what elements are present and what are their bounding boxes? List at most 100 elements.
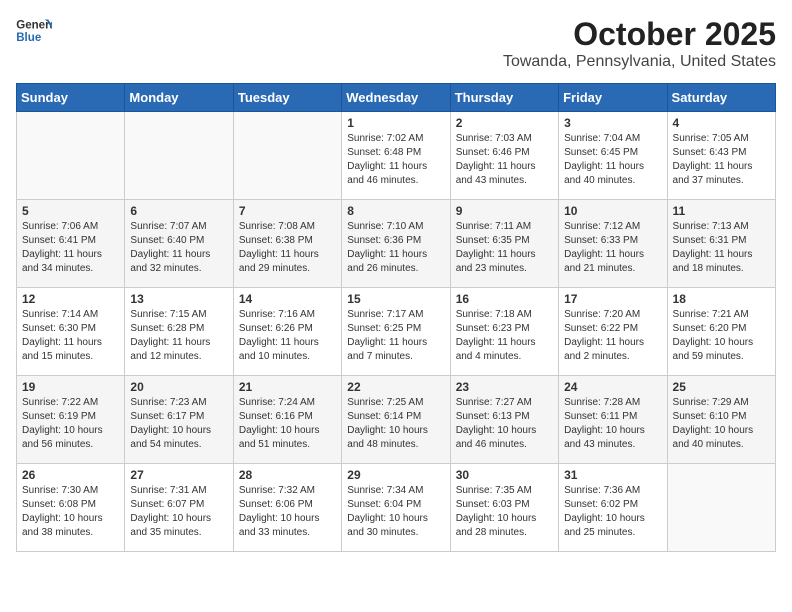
- table-row: 29 Sunrise: 7:34 AMSunset: 6:04 PMDayligh…: [342, 464, 450, 552]
- col-tuesday: Tuesday: [233, 84, 341, 112]
- svg-text:Blue: Blue: [16, 32, 42, 44]
- table-row: [233, 112, 341, 200]
- day-number: 22: [347, 380, 444, 394]
- day-info: Sunrise: 7:23 AMSunset: 6:17 PMDaylight:…: [130, 396, 227, 452]
- day-number: 10: [564, 204, 661, 218]
- day-number: 26: [22, 468, 119, 482]
- day-number: 29: [347, 468, 444, 482]
- day-info: Sunrise: 7:16 AMSunset: 6:26 PMDaylight:…: [239, 308, 336, 364]
- table-row: 15 Sunrise: 7:17 AMSunset: 6:25 PMDayligh…: [342, 288, 450, 376]
- day-info: Sunrise: 7:31 AMSunset: 6:07 PMDaylight:…: [130, 484, 227, 540]
- day-info: Sunrise: 7:17 AMSunset: 6:25 PMDaylight:…: [347, 308, 444, 364]
- calendar-subtitle: Towanda, Pennsylvania, United States: [503, 53, 776, 71]
- table-row: 28 Sunrise: 7:32 AMSunset: 6:06 PMDayligh…: [233, 464, 341, 552]
- table-row: 11 Sunrise: 7:13 AMSunset: 6:31 PMDayligh…: [667, 200, 775, 288]
- table-row: 25 Sunrise: 7:29 AMSunset: 6:10 PMDayligh…: [667, 376, 775, 464]
- table-row: 30 Sunrise: 7:35 AMSunset: 6:03 PMDayligh…: [450, 464, 558, 552]
- table-row: 12 Sunrise: 7:14 AMSunset: 6:30 PMDayligh…: [17, 288, 125, 376]
- col-wednesday: Wednesday: [342, 84, 450, 112]
- day-info: Sunrise: 7:12 AMSunset: 6:33 PMDaylight:…: [564, 220, 661, 276]
- day-info: Sunrise: 7:30 AMSunset: 6:08 PMDaylight:…: [22, 484, 119, 540]
- page-container: General Blue October 2025 Towanda, Penns…: [16, 16, 776, 552]
- day-number: 5: [22, 204, 119, 218]
- logo: General Blue: [16, 16, 52, 48]
- day-number: 27: [130, 468, 227, 482]
- day-number: 21: [239, 380, 336, 394]
- col-sunday: Sunday: [17, 84, 125, 112]
- day-number: 1: [347, 116, 444, 130]
- day-number: 13: [130, 292, 227, 306]
- day-number: 25: [673, 380, 770, 394]
- day-info: Sunrise: 7:04 AMSunset: 6:45 PMDaylight:…: [564, 132, 661, 188]
- day-number: 16: [456, 292, 553, 306]
- day-info: Sunrise: 7:07 AMSunset: 6:40 PMDaylight:…: [130, 220, 227, 276]
- col-saturday: Saturday: [667, 84, 775, 112]
- day-info: Sunrise: 7:29 AMSunset: 6:10 PMDaylight:…: [673, 396, 770, 452]
- table-row: 3 Sunrise: 7:04 AMSunset: 6:45 PMDaylight…: [559, 112, 667, 200]
- day-number: 15: [347, 292, 444, 306]
- table-row: 27 Sunrise: 7:31 AMSunset: 6:07 PMDayligh…: [125, 464, 233, 552]
- table-row: 19Sunrise: 7:22 AMSunset: 6:19 PMDayligh…: [17, 376, 125, 464]
- day-info: Sunrise: 7:27 AMSunset: 6:13 PMDaylight:…: [456, 396, 553, 452]
- day-number: 7: [239, 204, 336, 218]
- table-row: 24 Sunrise: 7:28 AMSunset: 6:11 PMDayligh…: [559, 376, 667, 464]
- table-row: 14 Sunrise: 7:16 AMSunset: 6:26 PMDayligh…: [233, 288, 341, 376]
- day-info: Sunrise: 7:02 AMSunset: 6:48 PMDaylight:…: [347, 132, 444, 188]
- day-info: Sunrise: 7:21 AMSunset: 6:20 PMDaylight:…: [673, 308, 770, 364]
- day-info: Sunrise: 7:06 AMSunset: 6:41 PMDaylight:…: [22, 220, 119, 276]
- logo-icon: General Blue: [16, 16, 52, 48]
- day-info: Sunrise: 7:34 AMSunset: 6:04 PMDaylight:…: [347, 484, 444, 540]
- table-row: 26 Sunrise: 7:30 AMSunset: 6:08 PMDayligh…: [17, 464, 125, 552]
- table-row: 16Sunrise: 7:18 AMSunset: 6:23 PMDayligh…: [450, 288, 558, 376]
- header-row: Sunday Monday Tuesday Wednesday Thursday…: [17, 84, 776, 112]
- day-number: 18: [673, 292, 770, 306]
- day-number: 31: [564, 468, 661, 482]
- header: General Blue October 2025 Towanda, Penns…: [16, 16, 776, 71]
- day-info: Sunrise: 7:35 AMSunset: 6:03 PMDaylight:…: [456, 484, 553, 540]
- col-friday: Friday: [559, 84, 667, 112]
- day-info: Sunrise: 7:20 AMSunset: 6:22 PMDaylight:…: [564, 308, 661, 364]
- day-info: Sunrise: 7:25 AMSunset: 6:14 PMDaylight:…: [347, 396, 444, 452]
- day-info: Sunrise: 7:24 AMSunset: 6:16 PMDaylight:…: [239, 396, 336, 452]
- day-info: Sunrise: 7:13 AMSunset: 6:31 PMDaylight:…: [673, 220, 770, 276]
- day-info: Sunrise: 7:32 AMSunset: 6:06 PMDaylight:…: [239, 484, 336, 540]
- day-number: 14: [239, 292, 336, 306]
- title-section: October 2025 Towanda, Pennsylvania, Unit…: [503, 16, 776, 71]
- day-number: 4: [673, 116, 770, 130]
- day-number: 9: [456, 204, 553, 218]
- day-number: 30: [456, 468, 553, 482]
- table-row: 10 Sunrise: 7:12 AMSunset: 6:33 PMDayligh…: [559, 200, 667, 288]
- table-row: 8Sunrise: 7:10 AMSunset: 6:36 PMDaylight…: [342, 200, 450, 288]
- table-row: [667, 464, 775, 552]
- day-number: 20: [130, 380, 227, 394]
- table-row: 13Sunrise: 7:15 AMSunset: 6:28 PMDayligh…: [125, 288, 233, 376]
- table-row: 4Sunrise: 7:05 AMSunset: 6:43 PMDaylight…: [667, 112, 775, 200]
- day-number: 23: [456, 380, 553, 394]
- day-number: 12: [22, 292, 119, 306]
- day-number: 24: [564, 380, 661, 394]
- table-row: 21 Sunrise: 7:24 AMSunset: 6:16 PMDayligh…: [233, 376, 341, 464]
- calendar-title: October 2025: [503, 16, 776, 53]
- table-row: 17 Sunrise: 7:20 AMSunset: 6:22 PMDayligh…: [559, 288, 667, 376]
- day-number: 28: [239, 468, 336, 482]
- day-number: 3: [564, 116, 661, 130]
- svg-text:General: General: [16, 19, 52, 31]
- day-info: Sunrise: 7:28 AMSunset: 6:11 PMDaylight:…: [564, 396, 661, 452]
- table-row: 5 Sunrise: 7:06 AMSunset: 6:41 PMDaylight…: [17, 200, 125, 288]
- col-thursday: Thursday: [450, 84, 558, 112]
- table-row: 6 Sunrise: 7:07 AMSunset: 6:40 PMDaylight…: [125, 200, 233, 288]
- table-row: 31 Sunrise: 7:36 AMSunset: 6:02 PMDayligh…: [559, 464, 667, 552]
- day-info: Sunrise: 7:08 AMSunset: 6:38 PMDaylight:…: [239, 220, 336, 276]
- day-info: Sunrise: 7:14 AMSunset: 6:30 PMDaylight:…: [22, 308, 119, 364]
- day-number: 17: [564, 292, 661, 306]
- day-number: 11: [673, 204, 770, 218]
- day-number: 8: [347, 204, 444, 218]
- day-number: 2: [456, 116, 553, 130]
- table-row: 20 Sunrise: 7:23 AMSunset: 6:17 PMDayligh…: [125, 376, 233, 464]
- table-row: 1 Sunrise: 7:02 AMSunset: 6:48 PMDaylight…: [342, 112, 450, 200]
- table-row: 18 Sunrise: 7:21 AMSunset: 6:20 PMDayligh…: [667, 288, 775, 376]
- day-number: 19: [22, 380, 119, 394]
- day-info: Sunrise: 7:36 AMSunset: 6:02 PMDaylight:…: [564, 484, 661, 540]
- table-row: 7 Sunrise: 7:08 AMSunset: 6:38 PMDaylight…: [233, 200, 341, 288]
- day-number: 6: [130, 204, 227, 218]
